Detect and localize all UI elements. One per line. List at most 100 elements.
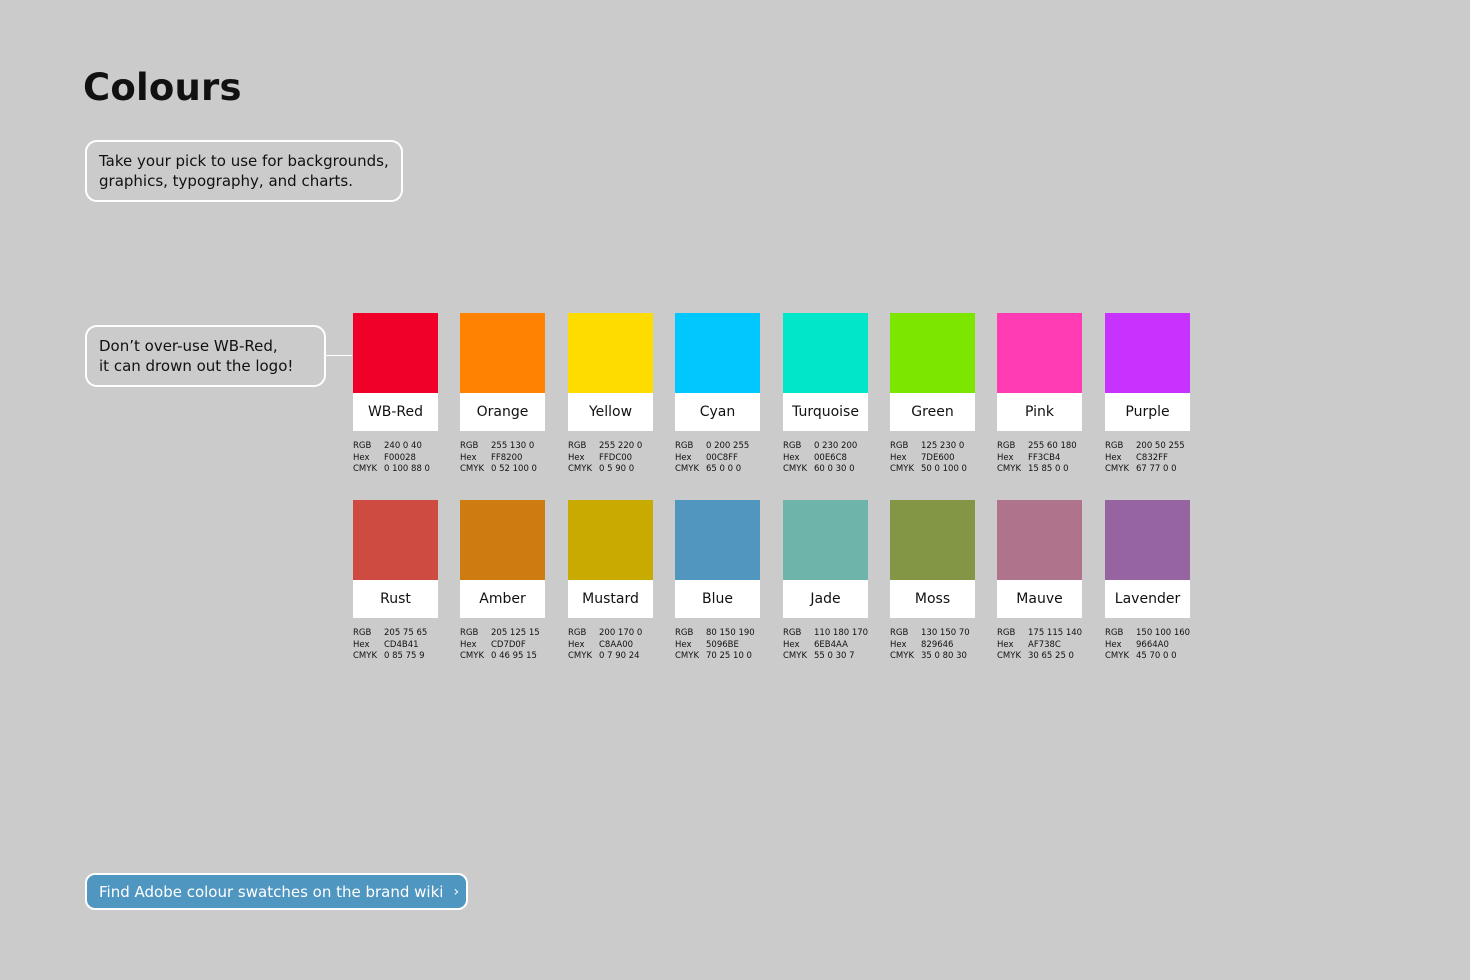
spec-row-hex: Hex 00C8FF — [675, 453, 775, 465]
spec-row-hex: Hex CD7D0F — [460, 640, 560, 652]
spec-label-hex: Hex — [1105, 639, 1122, 650]
spec-row-rgb: RGB 110 180 170 — [783, 628, 883, 640]
spec-value-rgb: 255 220 0 — [599, 441, 643, 451]
spec-label-cmyk: CMYK — [783, 651, 808, 661]
spec-value-rgb: 255 130 0 — [491, 441, 535, 451]
warning-line-2: it can drown out the logo! — [99, 357, 294, 375]
spec-label-hex: Hex — [783, 452, 800, 463]
spec-label-hex: Hex — [675, 452, 692, 463]
swatch-specs: RGB 175 115 140 Hex AF738C CMYK 30 65 25 0 — [997, 628, 1097, 663]
spec-label-hex: Hex — [460, 639, 477, 650]
spec-row-cmyk: CMYK 45 70 0 0 — [1105, 651, 1205, 663]
spec-label-rgb: RGB — [460, 441, 479, 451]
spec-value-hex: 7DE600 — [921, 452, 955, 463]
swatch-mauve: Mauve RGB 175 115 140 Hex AF738C CMYK 30 65 25… — [997, 500, 1082, 663]
spec-value-hex: AF738C — [1028, 639, 1061, 650]
spec-row-cmyk: CMYK 15 85 0 0 — [997, 464, 1097, 476]
spec-label-cmyk: CMYK — [1105, 464, 1130, 474]
spec-value-hex: 829646 — [921, 639, 954, 650]
swatch-chip — [675, 313, 760, 393]
spec-row-cmyk: CMYK 0 52 100 0 — [460, 464, 560, 476]
intro-line-1: Take your pick to use for backgrounds, — [99, 152, 389, 170]
swatch-specs: RGB 200 50 255 Hex C832FF CMYK 67 77 0 0 — [1105, 441, 1205, 476]
spec-row-rgb: RGB 175 115 140 — [997, 628, 1097, 640]
spec-label-hex: Hex — [353, 452, 370, 463]
spec-value-hex: FF3CB4 — [1028, 452, 1061, 463]
spec-value-rgb: 205 75 65 — [384, 628, 428, 638]
spec-value-cmyk: 0 7 90 24 — [599, 651, 640, 661]
spec-value-cmyk: 0 46 95 15 — [491, 651, 537, 661]
warning-line-1: Don’t over-use WB-Red, — [99, 337, 278, 355]
spec-row-hex: Hex 7DE600 — [890, 453, 990, 465]
spec-row-cmyk: CMYK 55 0 30 7 — [783, 651, 883, 663]
swatch-name: Lavender — [1105, 580, 1190, 618]
swatch-moss: Moss RGB 130 150 70 Hex 829646 CMYK 35 0 80 30 — [890, 500, 975, 663]
spec-row-rgb: RGB 125 230 0 — [890, 441, 990, 453]
spec-value-cmyk: 55 0 30 7 — [814, 651, 855, 661]
spec-row-hex: Hex 829646 — [890, 640, 990, 652]
swatch-name: Blue — [675, 580, 760, 618]
spec-value-rgb: 200 170 0 — [599, 628, 643, 638]
spec-value-rgb: 0 230 200 — [814, 441, 858, 451]
spec-value-cmyk: 60 0 30 0 — [814, 464, 855, 474]
spec-value-hex: 00C8FF — [706, 452, 738, 463]
swatch-blue: Blue RGB 80 150 190 Hex 5096BE CMYK 70 25 10 0 — [675, 500, 760, 663]
swatch-specs: RGB 130 150 70 Hex 829646 CMYK 35 0 80 30 — [890, 628, 990, 663]
spec-value-hex: CD4B41 — [384, 639, 419, 650]
swatch-pink: Pink RGB 255 60 180 Hex FF3CB4 CMYK 15 85 0 0 — [997, 313, 1082, 476]
spec-label-rgb: RGB — [783, 628, 802, 638]
brand-wiki-link-button[interactable]: Find Adobe colour swatches on the brand … — [85, 873, 468, 910]
spec-label-hex: Hex — [1105, 452, 1122, 463]
spec-label-cmyk: CMYK — [568, 464, 593, 474]
spec-value-cmyk: 67 77 0 0 — [1136, 464, 1177, 474]
spec-value-rgb: 200 50 255 — [1136, 441, 1185, 451]
spec-label-rgb: RGB — [675, 441, 694, 451]
spec-row-rgb: RGB 205 125 15 — [460, 628, 560, 640]
spec-label-hex: Hex — [997, 639, 1014, 650]
spec-row-hex: Hex F00028 — [353, 453, 453, 465]
warning-callout: Don’t over-use WB-Red, it can drown out … — [85, 325, 326, 387]
spec-label-cmyk: CMYK — [568, 651, 593, 661]
spec-value-cmyk: 0 85 75 9 — [384, 651, 425, 661]
swatch-chip — [568, 313, 653, 393]
swatch-chip — [997, 500, 1082, 580]
spec-row-cmyk: CMYK 0 7 90 24 — [568, 651, 668, 663]
swatch-chip — [1105, 313, 1190, 393]
spec-label-rgb: RGB — [568, 628, 587, 638]
swatch-name: Mustard — [568, 580, 653, 618]
spec-value-rgb: 150 100 160 — [1136, 628, 1191, 638]
spec-row-cmyk: CMYK 60 0 30 0 — [783, 464, 883, 476]
spec-value-cmyk: 65 0 0 0 — [706, 464, 742, 474]
spec-value-cmyk: 15 85 0 0 — [1028, 464, 1069, 474]
spec-label-cmyk: CMYK — [997, 651, 1022, 661]
spec-label-hex: Hex — [890, 639, 907, 650]
spec-label-cmyk: CMYK — [675, 651, 700, 661]
swatch-specs: RGB 150 100 160 Hex 9664A0 CMYK 45 70 0 0 — [1105, 628, 1205, 663]
spec-row-rgb: RGB 150 100 160 — [1105, 628, 1205, 640]
spec-value-hex: C832FF — [1136, 452, 1168, 463]
brand-wiki-link-label: Find Adobe colour swatches on the brand … — [99, 882, 444, 901]
spec-label-rgb: RGB — [890, 628, 909, 638]
swatch-specs: RGB 255 220 0 Hex FFDC00 CMYK 0 5 90 0 — [568, 441, 668, 476]
spec-value-cmyk: 35 0 80 30 — [921, 651, 967, 661]
page-title: Colours — [83, 66, 242, 109]
spec-label-hex: Hex — [890, 452, 907, 463]
swatch-cyan: Cyan RGB 0 200 255 Hex 00C8FF CMYK 65 0 0 0 — [675, 313, 760, 476]
swatch-specs: RGB 125 230 0 Hex 7DE600 CMYK 50 0 100 0 — [890, 441, 990, 476]
spec-row-hex: Hex 5096BE — [675, 640, 775, 652]
spec-value-rgb: 205 125 15 — [491, 628, 540, 638]
swatch-name: Mauve — [997, 580, 1082, 618]
spec-row-hex: Hex FFDC00 — [568, 453, 668, 465]
spec-label-cmyk: CMYK — [460, 651, 485, 661]
spec-value-hex: 5096BE — [706, 639, 739, 650]
spec-row-cmyk: CMYK 67 77 0 0 — [1105, 464, 1205, 476]
swatch-wb-red: WB-Red RGB 240 0 40 Hex F00028 CMYK 0 100 88 0 — [353, 313, 438, 476]
spec-value-rgb: 110 180 170 — [814, 628, 869, 638]
swatch-chip — [675, 500, 760, 580]
swatch-name: Yellow — [568, 393, 653, 431]
spec-label-hex: Hex — [568, 639, 585, 650]
swatch-orange: Orange RGB 255 130 0 Hex FF8200 CMYK 0 52 100 … — [460, 313, 545, 476]
spec-row-cmyk: CMYK 0 85 75 9 — [353, 651, 453, 663]
swatch-specs: RGB 0 230 200 Hex 00E6C8 CMYK 60 0 30 0 — [783, 441, 883, 476]
spec-row-hex: Hex FF3CB4 — [997, 453, 1097, 465]
